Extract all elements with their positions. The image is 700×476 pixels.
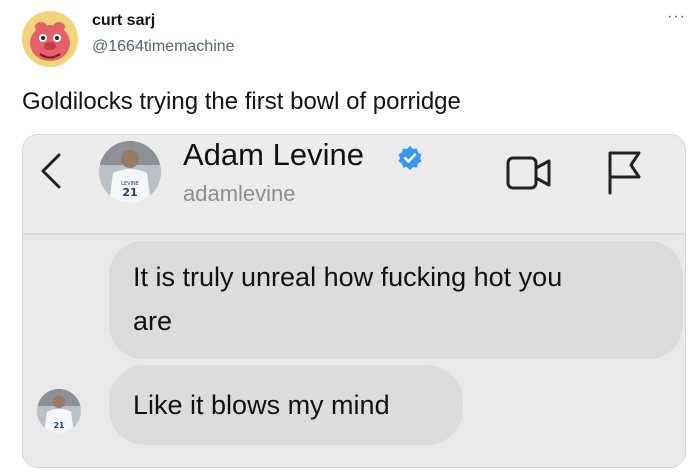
message-thread: It is truly unreal how fucking hot you a… xyxy=(23,235,685,467)
jersey-number: 21 xyxy=(54,421,65,430)
message-bubble[interactable]: It is truly unreal how fucking hot you a… xyxy=(109,241,683,359)
message-text-line: It is truly unreal how fucking hot you xyxy=(133,262,563,292)
message-sender-avatar[interactable]: 21 xyxy=(37,389,81,433)
cartoon-face-avatar-icon xyxy=(22,11,78,67)
back-chevron-icon[interactable] xyxy=(35,151,69,191)
tweet-media-image[interactable]: LEVINE 21 Adam Levine adamlevine It is t… xyxy=(22,134,686,468)
author-name[interactable]: curt sarj xyxy=(92,12,155,30)
dm-contact-handle: adamlevine xyxy=(183,181,296,206)
verified-badge-icon xyxy=(398,146,422,170)
message-bubble[interactable]: Like it blows my mind xyxy=(109,365,463,445)
video-call-icon[interactable] xyxy=(505,153,553,193)
dm-contact-name[interactable]: Adam Levine xyxy=(183,137,364,173)
dm-header: LEVINE 21 Adam Levine adamlevine xyxy=(23,135,685,233)
more-options-icon[interactable]: ··· xyxy=(667,8,686,26)
jersey-photo-avatar-icon: 21 xyxy=(37,389,81,433)
tweet-text: Goldilocks trying the first bowl of porr… xyxy=(22,88,461,115)
author-avatar[interactable] xyxy=(22,11,78,67)
flag-icon[interactable] xyxy=(605,149,645,195)
dm-contact-avatar[interactable]: LEVINE 21 xyxy=(99,141,161,203)
tweet-card: curt sarj @1664timemachine ··· Goldilock… xyxy=(0,0,700,476)
message-text-line: are xyxy=(133,306,173,336)
jersey-photo-avatar-icon: LEVINE 21 xyxy=(99,141,161,203)
author-handle[interactable]: @1664timemachine xyxy=(92,38,235,56)
jersey-number: 21 xyxy=(122,186,137,199)
